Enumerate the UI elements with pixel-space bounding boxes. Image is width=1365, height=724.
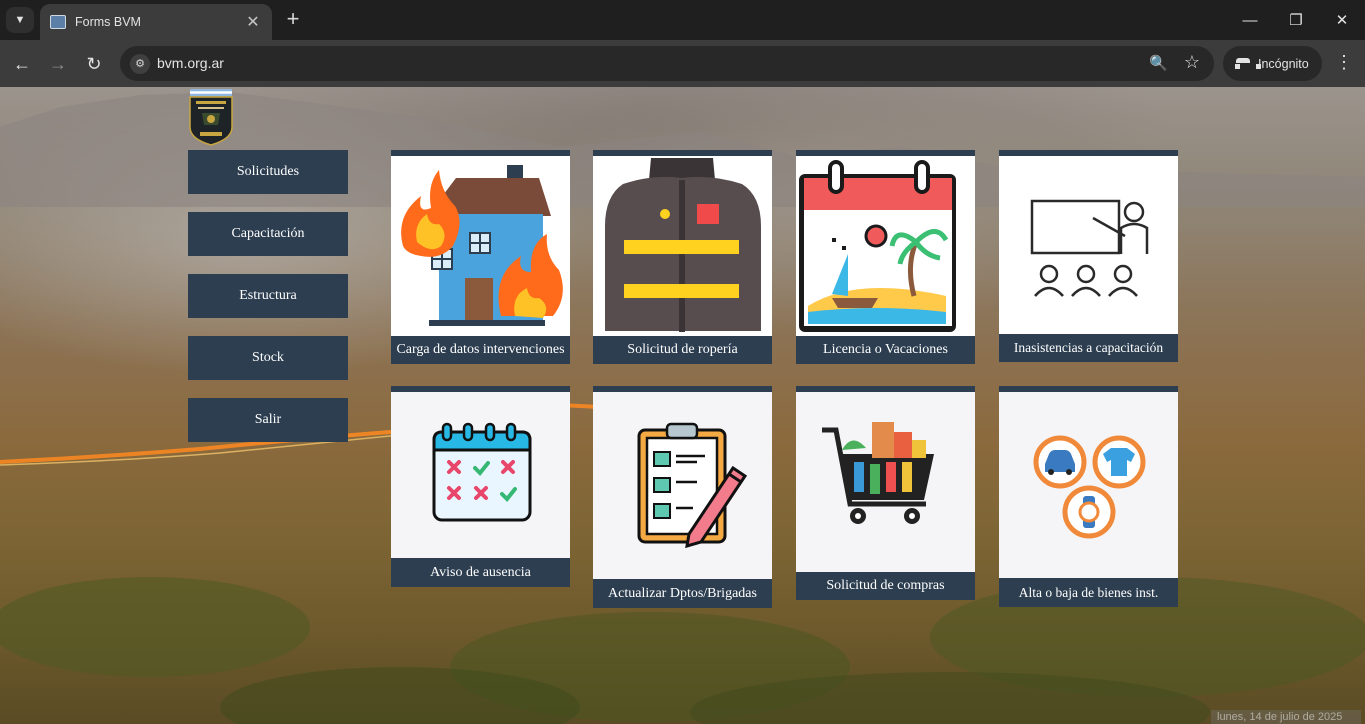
- close-window-button[interactable]: ✕: [1319, 0, 1365, 40]
- card-label: Alta o baja de bienes inst.: [999, 578, 1178, 607]
- vacation-calendar-icon: [799, 160, 956, 332]
- card-label: Solicitud de compras: [796, 572, 975, 600]
- incognito-label: Incógnito: [1258, 56, 1309, 71]
- card-label: Licencia o Vacaciones: [796, 336, 975, 364]
- browser-tab-bar: ▼ Forms BVM ✕ + — ❐ ✕: [0, 0, 1365, 40]
- card-label: Inasistencias a capacitación: [999, 334, 1178, 362]
- card-label: Solicitud de ropería: [593, 336, 772, 364]
- card-licencia-vacaciones[interactable]: Licencia o Vacaciones: [796, 150, 975, 364]
- reload-icon[interactable]: ↻: [83, 53, 105, 75]
- menu-button-stock[interactable]: Stock: [188, 336, 348, 380]
- date-overlay: lunes, 14 de julio de 2025: [1211, 710, 1361, 724]
- firefighter-jacket-icon: [605, 158, 761, 332]
- close-tab-icon[interactable]: ✕: [244, 12, 262, 32]
- clipboard-checklist-icon: [637, 422, 748, 549]
- card-actualizar-dptos[interactable]: Actualizar Dptos/Brigadas: [593, 386, 772, 608]
- card-solicitud-compras[interactable]: Solicitud de compras: [796, 386, 975, 600]
- back-arrow-icon[interactable]: ←: [11, 53, 33, 75]
- zoom-icon[interactable]: 🔍: [1149, 54, 1168, 72]
- assets-icon: [1033, 435, 1146, 539]
- card-solicitud-roperia[interactable]: Solicitud de ropería: [593, 150, 772, 364]
- tab-search-button[interactable]: ▼: [6, 7, 34, 33]
- menu-button-estructura[interactable]: Estructura: [188, 274, 348, 318]
- minimize-window-button[interactable]: —: [1227, 0, 1273, 40]
- burning-house-icon: [401, 165, 563, 326]
- page-background: Solicitudes Capacitación Estructura Stoc…: [0, 87, 1365, 724]
- browser-toolbar: ← → ↻ ⚙ bvm.org.ar 🔍 ☆ Incógnito ⋮: [0, 40, 1365, 87]
- training-class-icon: [1030, 199, 1149, 297]
- bvm-shield-logo: [189, 89, 233, 146]
- new-tab-button[interactable]: +: [282, 8, 304, 32]
- favicon-icon: [50, 15, 66, 29]
- absence-calendar-icon: [432, 422, 532, 522]
- card-aviso-ausencia[interactable]: Aviso de ausencia: [391, 386, 570, 587]
- menu-button-capacitacion[interactable]: Capacitación: [188, 212, 348, 256]
- bookmark-star-icon[interactable]: ☆: [1184, 52, 1200, 73]
- card-label: Aviso de ausencia: [391, 558, 570, 587]
- site-info-icon[interactable]: ⚙: [130, 54, 150, 74]
- incognito-indicator[interactable]: Incógnito: [1223, 46, 1322, 81]
- card-carga-intervenciones[interactable]: Carga de datos intervenciones: [391, 150, 570, 364]
- card-inasistencias-capacitacion[interactable]: Inasistencias a capacitación: [999, 150, 1178, 362]
- card-alta-baja-bienes[interactable]: Alta o baja de bienes inst.: [999, 386, 1178, 607]
- card-label: Actualizar Dptos/Brigadas: [593, 579, 772, 608]
- address-bar[interactable]: ⚙ bvm.org.ar 🔍 ☆: [120, 46, 1214, 81]
- menu-button-solicitudes[interactable]: Solicitudes: [188, 150, 348, 194]
- browser-menu-icon[interactable]: ⋮: [1335, 52, 1353, 73]
- card-label: Carga de datos intervenciones: [391, 336, 570, 364]
- shopping-cart-icon: [822, 422, 934, 524]
- url-text[interactable]: bvm.org.ar: [157, 55, 224, 71]
- tab-title: Forms BVM: [75, 15, 141, 29]
- incognito-icon: [1235, 57, 1261, 70]
- browser-tab[interactable]: Forms BVM ✕: [40, 4, 272, 40]
- restore-window-button[interactable]: ❐: [1273, 0, 1319, 40]
- menu-button-salir[interactable]: Salir: [188, 398, 348, 442]
- forward-arrow-icon[interactable]: →: [47, 53, 69, 75]
